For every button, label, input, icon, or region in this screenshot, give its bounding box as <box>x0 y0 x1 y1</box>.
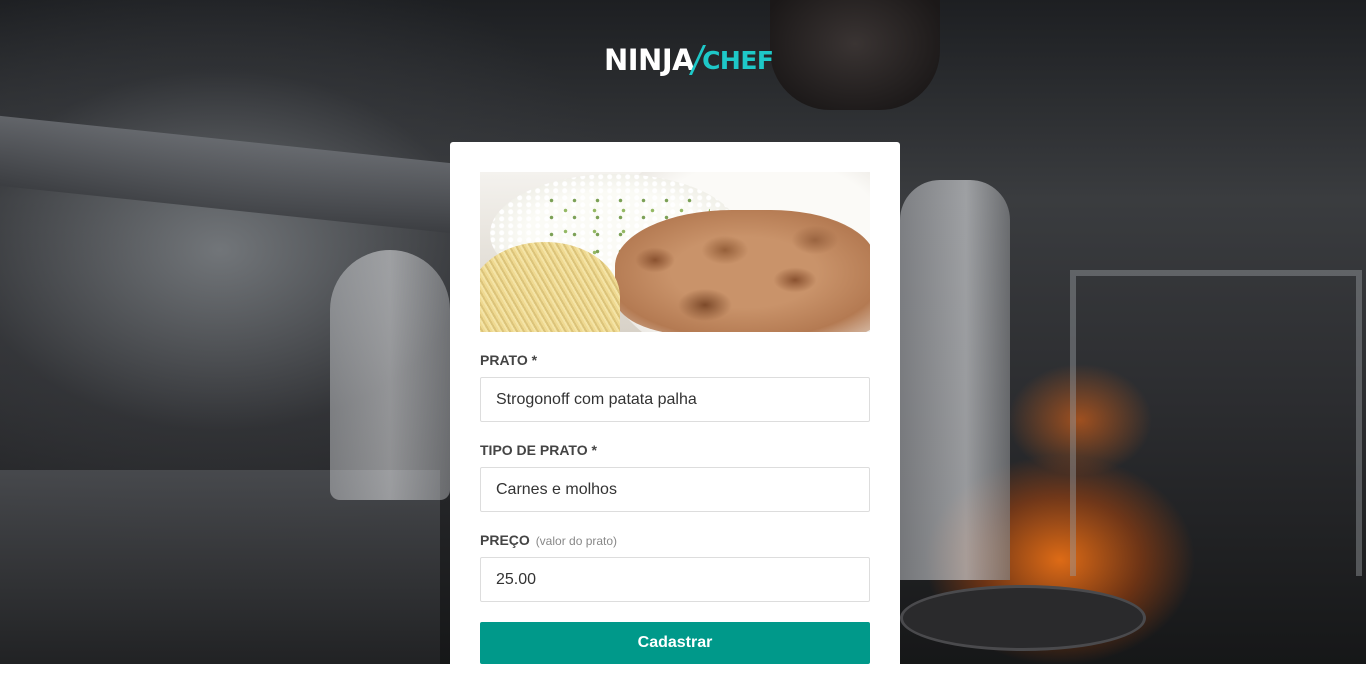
price-hint: (valor do prato) <box>535 534 618 548</box>
dish-type-label: TIPO DE PRATO * <box>480 442 870 458</box>
dish-type-label-text: TIPO DE PRATO * <box>480 442 597 458</box>
chef-figure <box>900 180 1010 580</box>
price-label: PREÇO (valor do prato) <box>480 532 870 548</box>
background-chef <box>330 250 450 500</box>
price-label-text: PREÇO <box>480 532 530 548</box>
ninjachef-logo: NINJA CHEF <box>604 38 774 82</box>
frying-pan <box>900 585 1146 651</box>
price-input[interactable] <box>480 557 870 602</box>
logo-text-chef: CHEF <box>702 45 774 75</box>
kitchen-rack <box>1070 270 1362 576</box>
cadastrar-button[interactable]: Cadastrar <box>480 622 870 664</box>
logo-text-ninja: NINJA <box>604 43 695 77</box>
dish-type-input[interactable] <box>480 467 870 512</box>
dish-name-label-text: PRATO * <box>480 352 538 368</box>
dish-name-input[interactable] <box>480 377 870 422</box>
dish-name-label: PRATO * <box>480 352 870 368</box>
dish-form-card: PRATO * TIPO DE PRATO * PREÇO (valor do … <box>450 142 900 682</box>
strogonoff <box>615 210 870 332</box>
kitchen-hood <box>0 115 460 235</box>
dish-photo[interactable] <box>480 172 870 332</box>
chef-hat <box>770 0 940 110</box>
